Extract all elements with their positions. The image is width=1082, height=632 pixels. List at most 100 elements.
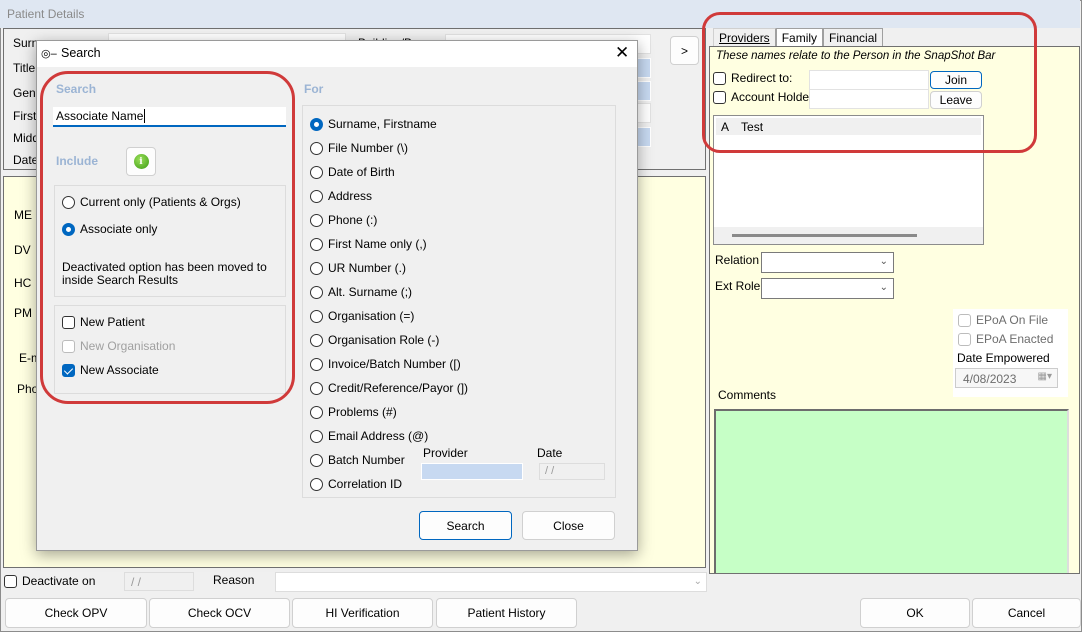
for-option-label: Address [328,189,373,203]
for-option-radio[interactable] [310,357,323,371]
for-option-radio[interactable] [310,309,323,323]
search-button[interactable]: Search [419,511,512,540]
tab-providers-label: Providers [719,31,770,45]
ok-button[interactable]: OK [860,598,970,628]
date-empowered-value: 4/08/2023 [963,372,1017,386]
for-option[interactable]: Problems (#) [310,405,397,419]
new-patient-checkbox[interactable] [62,315,75,329]
for-option-radio[interactable] [310,477,323,491]
scrollbar-thumb[interactable] [732,234,917,237]
tab-family[interactable]: Family [775,28,824,46]
for-option-label: Email Address (@) [328,429,429,443]
for-option[interactable]: Organisation (=) [310,309,414,323]
scope-radio-current[interactable] [62,195,75,209]
search-section-heading: Search [56,82,97,96]
tab-providers[interactable]: Providers [713,28,776,46]
for-option[interactable]: Phone (:) [310,213,377,227]
patient-history-button[interactable]: Patient History [436,598,577,628]
for-option[interactable]: Alt. Surname (;) [310,285,412,299]
epoa-enacted-label: EPoA Enacted [976,332,1054,346]
for-option[interactable]: Email Address (@) [310,429,428,443]
new-associate-checkbox[interactable] [62,363,75,377]
redirect-input[interactable] [809,70,929,90]
provider-input[interactable] [421,463,523,480]
for-option[interactable]: Address [310,189,372,203]
for-option-label: Alt. Surname (;) [328,285,413,299]
info-button[interactable]: i [126,147,156,176]
relation-label: Relation [715,253,760,267]
tab-financial[interactable]: Financial [823,28,884,46]
deactivate-date-input[interactable]: / / [124,572,194,591]
calendar-icon[interactable]: ▦▾ [1038,371,1052,382]
cancel-button[interactable]: Cancel [972,598,1081,628]
search-input[interactable]: Associate Name [53,107,286,127]
for-option[interactable]: First Name only (,) [310,237,427,251]
hi-verification-button[interactable]: HI Verification [292,598,433,628]
for-option-radio[interactable] [310,237,323,251]
for-option[interactable]: File Number (\) [310,141,408,155]
deactivate-label: Deactivate on [22,574,96,588]
chevron-down-icon: ⌄ [693,576,702,587]
for-option[interactable]: UR Number (.) [310,261,406,275]
check-opv-button[interactable]: Check OPV [5,598,147,628]
for-option[interactable]: Correlation ID [310,477,402,491]
close-icon[interactable]: ✕ [615,43,629,63]
for-option[interactable]: Surname, Firstname [310,117,437,131]
scope-label-current: Current only (Patients & Orgs) [80,195,241,209]
for-option-radio[interactable] [310,453,323,467]
epoa-on-file-row: EPoA On File [958,313,1048,327]
search-input-value: Associate Name [56,109,144,123]
close-button[interactable]: Close [522,511,615,540]
for-option[interactable]: Credit/Reference/Payor (]) [310,381,468,395]
for-option-radio[interactable] [310,261,323,275]
for-option-label: First Name only (,) [328,237,427,251]
for-option-radio[interactable] [310,165,323,179]
expand-button[interactable]: > [670,36,699,65]
epoa-on-file-checkbox[interactable] [958,313,971,327]
search-key-icon: ◎– [41,48,57,60]
for-option-radio[interactable] [310,213,323,227]
relation-dropdown[interactable]: ⌄ [761,252,894,273]
date-of-birth-label: Date [13,153,39,167]
for-option-radio[interactable] [310,141,323,155]
scope-option-current[interactable]: Current only (Patients & Orgs) [62,195,241,209]
for-option[interactable]: Date of Birth [310,165,395,179]
for-option[interactable]: Organisation Role (-) [310,333,439,347]
deactivate-checkbox[interactable] [4,574,17,588]
scope-option-associate[interactable]: Associate only [62,222,157,236]
family-list[interactable]: A Test [713,115,984,245]
deactivate-row: Deactivate on [4,574,95,588]
for-option-radio[interactable] [310,429,323,443]
for-option[interactable]: Batch Number [310,453,405,467]
for-option-radio[interactable] [310,333,323,347]
horizontal-scrollbar[interactable] [714,227,983,244]
column-test[interactable]: Test [741,120,763,134]
account-holder-input[interactable] [809,89,929,109]
account-holder-checkbox[interactable] [713,90,726,104]
ext-role-dropdown[interactable]: ⌄ [761,278,894,299]
check-ocv-button[interactable]: Check OCV [149,598,290,628]
new-associate-option[interactable]: New Associate [62,363,159,377]
epoa-enacted-checkbox[interactable] [958,332,971,346]
for-option[interactable]: Invoice/Batch Number ([) [310,357,461,371]
column-a[interactable]: A [721,120,729,134]
new-patient-option[interactable]: New Patient [62,315,145,329]
redirect-checkbox[interactable] [713,71,726,85]
new-organisation-label: New Organisation [80,339,176,353]
for-option-radio[interactable] [310,405,323,419]
leave-button[interactable]: Leave [930,91,982,109]
for-option-radio[interactable] [310,117,323,131]
for-option-radio[interactable] [310,189,323,203]
new-organisation-checkbox [62,339,75,353]
join-button[interactable]: Join [930,71,982,89]
deactivated-note: Deactivated option has been moved to ins… [62,260,267,287]
side-label-pm: PM [14,306,32,320]
reason-dropdown[interactable]: ⌄ [275,572,707,592]
for-option-radio[interactable] [310,381,323,395]
comments-textarea[interactable] [714,409,1069,573]
window-title: Patient Details [0,0,1080,28]
for-option-radio[interactable] [310,285,323,299]
scope-radio-associate[interactable] [62,222,75,236]
date-empowered-picker[interactable]: 4/08/2023 ▦▾ [955,368,1058,388]
date-input[interactable]: / / [539,463,605,480]
